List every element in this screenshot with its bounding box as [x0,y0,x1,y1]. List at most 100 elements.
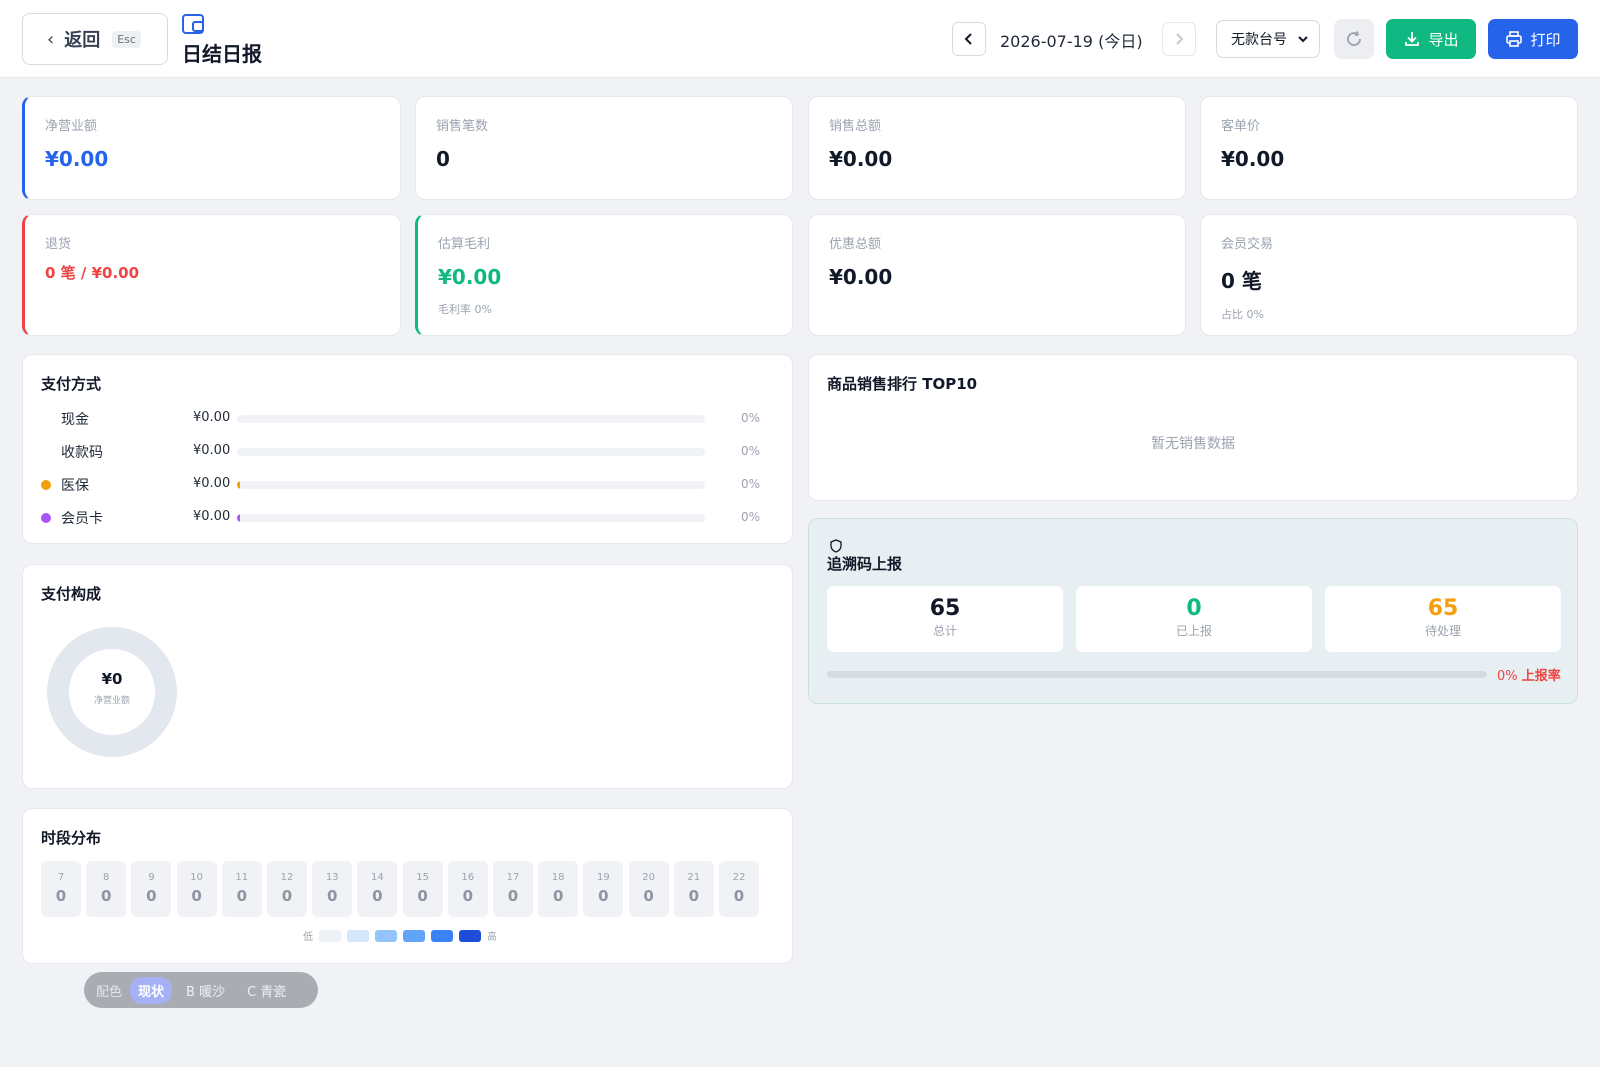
hour-label: 14 [371,872,384,883]
payment-name: 会员卡 [61,511,103,527]
theme-switcher: 配色 现状 B 暖沙 C 青瓷 [84,972,318,1008]
back-button[interactable]: ‹ 返回 Esc [22,13,168,65]
hour-label: 10 [190,872,203,883]
shield-icon [830,539,842,553]
top-bar: ‹ 返回 Esc 日结日报 2026-07-19 (今日) 无款台号 导出 打印 [0,0,1600,78]
print-button-label: 打印 [1530,30,1561,49]
trace-total-label: 总计 [932,624,957,638]
theme-option-current[interactable]: 现状 [130,976,173,1004]
hour-cell: 12 0 [267,861,307,917]
donut-center-value: ¥0 [101,670,123,688]
panel-title: 追溯码上报 [827,555,903,573]
current-date: 2026-07-19 (今日) [1000,32,1143,51]
prev-day-button[interactable] [952,22,986,56]
heat-legend: 低 高 [303,928,497,943]
hour-label: 22 [732,872,746,883]
export-button[interactable]: 导出 [1386,19,1476,59]
hour-label: 8 [103,872,110,883]
payment-percent: 0% [741,510,761,524]
stat-label: 退货 [45,237,72,252]
hour-label: 16 [461,872,475,883]
hour-label: 7 [57,872,65,883]
trace-progress-bar [827,671,1487,678]
hour-value: 0 [462,887,474,905]
hour-label: 19 [597,872,610,883]
legend-dot [41,513,51,523]
legend-swatch [403,929,425,942]
payment-bar-track [237,514,705,522]
stat-value: ¥0.00 [1221,147,1285,171]
donut-center: ¥0 净营业额 [47,670,177,706]
stat-value: ¥0.00 [438,265,502,289]
page-title: 日结日报 [182,42,262,66]
theme-label: 配色 [96,984,123,1000]
chevron-left-icon: ‹ [47,28,55,50]
payment-methods-panel: 支付方式 现金 ¥0.00 0% 收款码 ¥0.00 0% 医保 ¥0.00 0… [22,354,793,544]
hour-value: 0 [688,887,700,905]
hour-value: 0 [507,887,519,905]
payment-amount: ¥0.00 [193,410,231,425]
hour-value: 0 [55,887,67,905]
stat-subtext: 占比 0% [1221,308,1264,321]
trace-reported-card: 0 已上报 [1076,586,1312,652]
refresh-button[interactable] [1334,19,1374,59]
payment-amount: ¥0.00 [193,509,231,524]
stat-card-discount-total: 优惠总额 ¥0.00 [808,214,1186,336]
hour-cell: 15 0 [402,861,443,917]
payment-row-medical-insurance: 医保 ¥0.00 0% [41,475,763,495]
payment-percent: 0% [741,411,761,425]
hour-value: 0 [598,887,609,905]
hour-cell: 18 0 [538,861,579,917]
hour-label: 18 [551,872,565,883]
hour-cell: 11 0 [221,861,262,917]
stat-label: 客单价 [1221,119,1261,134]
hour-value: 0 [372,887,383,905]
hour-cell: 14 0 [357,861,398,917]
theme-option-celadon[interactable]: C 青瓷 [239,977,294,1004]
hour-value: 0 [146,887,157,905]
stat-value: ¥0.00 [45,147,109,171]
refresh-icon [1347,31,1361,46]
stat-value: ¥0.00 [829,147,893,171]
hour-value: 0 [326,887,338,905]
hour-cell: 19 0 [583,861,624,917]
hour-cell: 13 0 [312,861,353,917]
chevron-left-icon [964,33,972,45]
theme-option-warm-sand[interactable]: B 暖沙 [178,977,233,1004]
empty-state-text: 暂无销售数据 [1151,436,1235,452]
print-button[interactable]: 打印 [1488,19,1578,59]
payment-composition-panel: 支付构成 ¥0 净营业额 [22,564,793,789]
stat-value: ¥0.00 [829,265,893,289]
hour-value: 0 [417,887,428,905]
hour-value: 0 [281,887,293,905]
trace-rate-label: 上报率 [1521,669,1561,684]
stat-card-sales-count: 销售笔数 0 [415,96,793,200]
donut-center-label: 净营业额 [93,696,130,706]
stat-label: 销售笔数 [436,119,489,134]
payment-amount: ¥0.00 [193,443,231,458]
stat-value: 0 笔 / ¥0.00 [45,264,140,282]
payment-percent: 0% [741,477,761,491]
hour-cell: 80 [86,861,127,917]
register-select[interactable]: 无款台号 [1216,20,1320,58]
payment-row-cash: 现金 ¥0.00 0% [41,409,763,429]
stat-card-sales-total: 销售总额 ¥0.00 [808,96,1186,200]
trace-code-panel: 追溯码上报 65 总计 0 已上报 65 待处理 0% 上报率 [808,518,1578,704]
stat-label: 估算毛利 [438,237,491,252]
hour-label: 21 [687,872,701,883]
payment-bar-track [237,448,705,456]
stat-label: 优惠总额 [829,237,882,252]
esc-shortcut-hint: Esc [112,30,141,48]
trace-total-value: 65 [929,596,961,621]
payment-row-member-card: 会员卡 ¥0.00 0% [41,508,763,528]
trace-pending-card: 65 待处理 [1325,586,1561,652]
hour-cell: 17 0 [493,861,533,917]
payment-bar-track [237,481,705,489]
hour-cell: 16 0 [447,861,488,917]
stat-label: 会员交易 [1221,237,1274,252]
payment-name: 医保 [61,478,89,494]
next-day-button[interactable] [1162,22,1196,56]
stat-label: 净营业额 [45,119,98,134]
hour-label: 11 [235,872,249,883]
stat-subtext: 毛利率 0% [438,303,492,316]
